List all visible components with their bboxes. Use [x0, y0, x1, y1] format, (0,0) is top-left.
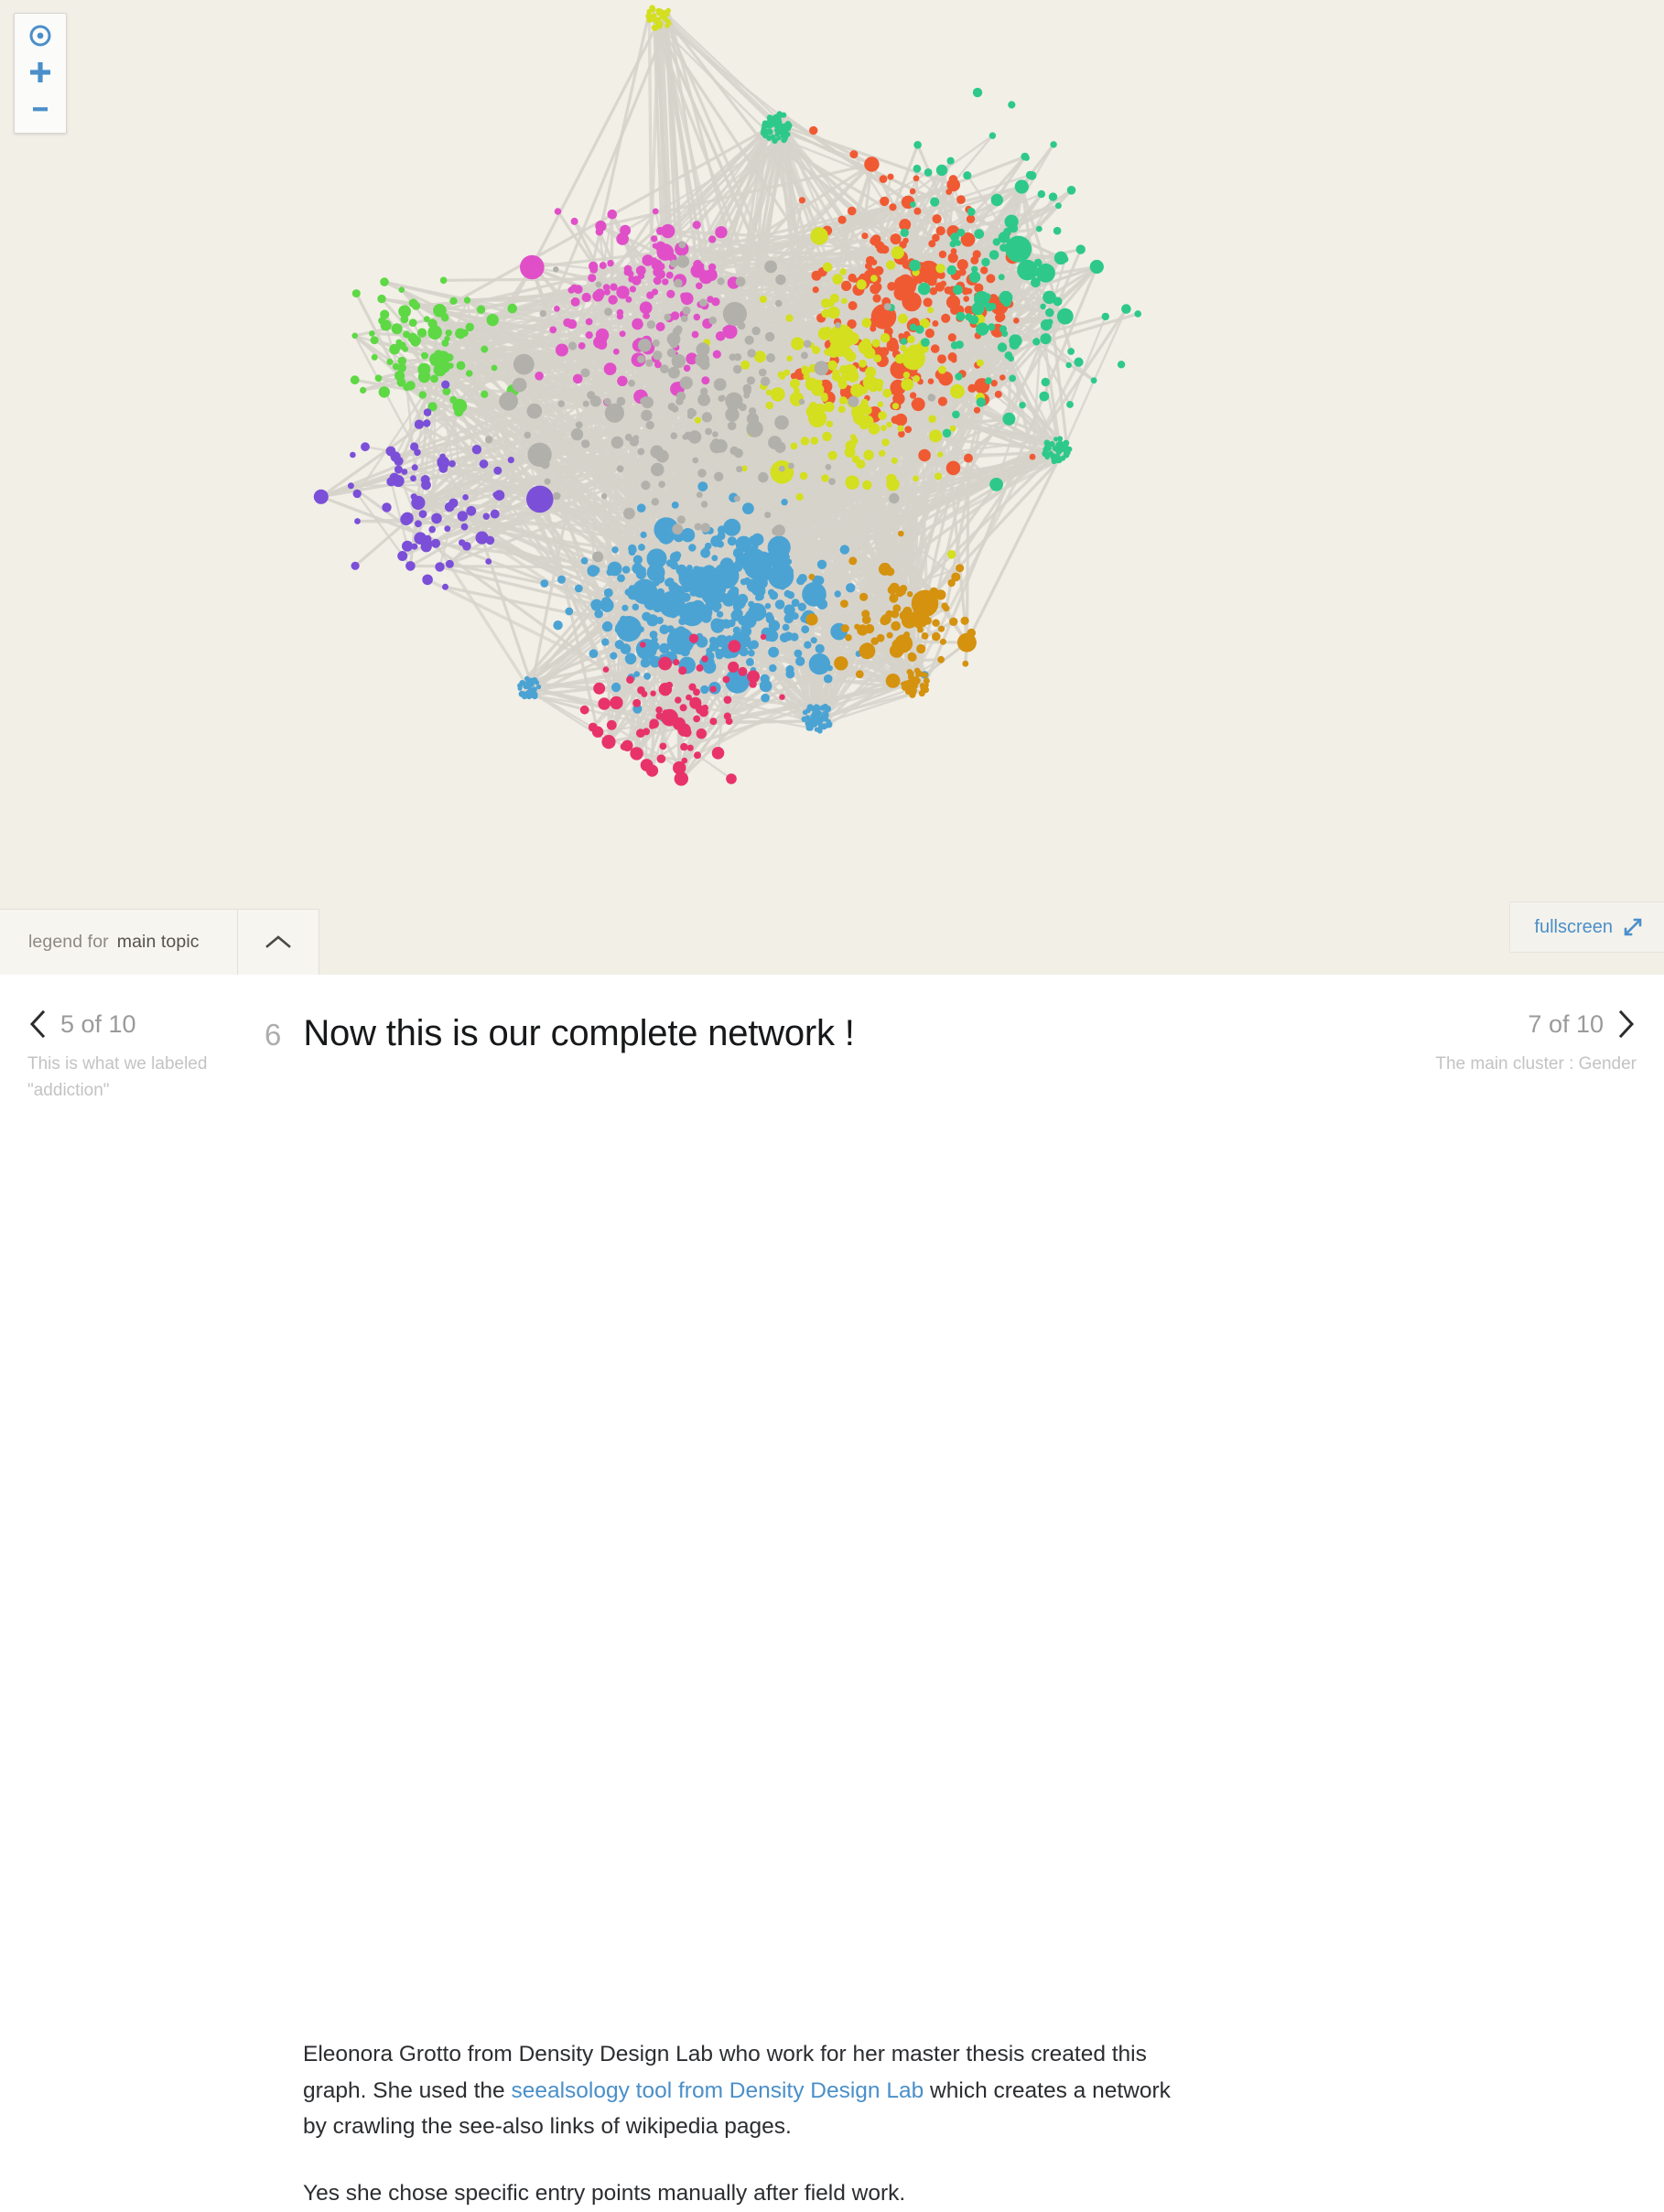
zoom-in-button[interactable] — [15, 54, 66, 91]
plus-icon — [27, 59, 54, 86]
fullscreen-button[interactable]: fullscreen — [1509, 901, 1664, 953]
chevron-right-icon — [1616, 1009, 1637, 1039]
body-paragraph-1: Eleonora Grotto from Density Design Lab … — [303, 2036, 1195, 2145]
network-graph[interactable] — [0, 0, 1664, 975]
slide-body: Eleonora Grotto from Density Design Lab … — [303, 2036, 1195, 2212]
center-view-button[interactable] — [15, 17, 66, 54]
slide-headline: 6 Now this is our complete network ! — [265, 1013, 855, 1054]
legend-topic: main topic — [117, 932, 200, 952]
expand-arrows-icon — [1622, 916, 1644, 938]
legend-collapse-button[interactable] — [238, 909, 319, 975]
body-paragraph-2: Yes she chose specific entry points manu… — [303, 2175, 1195, 2212]
story-panel: 5 of 10 This is what we labeled "addicti… — [0, 975, 1664, 1404]
page-title: Now this is our complete network ! — [303, 1013, 854, 1054]
previous-slide-caption: This is what we labeled "addiction" — [27, 1052, 256, 1105]
minus-icon — [27, 95, 54, 123]
previous-slide-nav[interactable]: 5 of 10 This is what we labeled "addicti… — [27, 1009, 256, 1105]
next-slide-row: 7 of 10 — [1528, 1009, 1637, 1039]
legend-label-box[interactable]: legend for main topic — [0, 909, 238, 975]
legend-prefix: legend for — [28, 932, 109, 952]
next-slide-nav[interactable]: 7 of 10 The main cluster : Gender — [1435, 1009, 1637, 1078]
graph-stage[interactable]: legend for main topic fullscreen — [0, 0, 1664, 975]
chevron-left-icon — [27, 1009, 48, 1039]
previous-slide-counter: 5 of 10 — [60, 1010, 136, 1039]
chevron-up-icon — [263, 933, 294, 953]
previous-slide-row: 5 of 10 — [27, 1009, 136, 1039]
slide-number: 6 — [265, 1018, 281, 1052]
zoom-out-button[interactable] — [15, 91, 66, 127]
fullscreen-label: fullscreen — [1534, 917, 1613, 938]
seealsology-link[interactable]: seealsology tool from Density Design Lab — [511, 2078, 924, 2103]
network-story-app: legend for main topic fullscreen — [0, 0, 1664, 1404]
next-slide-caption: The main cluster : Gender — [1435, 1052, 1637, 1078]
zoom-controls — [14, 13, 67, 134]
legend-text: legend for main topic — [28, 932, 200, 953]
legend-bar: legend for main topic — [0, 909, 319, 975]
next-slide-counter: 7 of 10 — [1528, 1010, 1604, 1039]
target-icon — [27, 22, 54, 49]
